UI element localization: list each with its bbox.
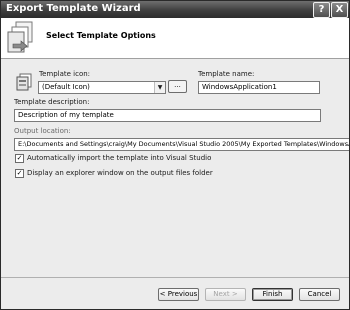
close-button[interactable]: X	[331, 2, 348, 18]
output-location-value: E:\Documents and Settings\craig\My Docum…	[18, 140, 350, 148]
window-title: Export Template Wizard	[6, 3, 141, 14]
template-description-value: Description of my template	[18, 111, 114, 119]
next-button[interactable]: Next >	[205, 288, 246, 301]
chevron-down-icon[interactable]: ▼	[154, 82, 165, 93]
browse-icon-button[interactable]: ...	[168, 80, 187, 93]
title-bar[interactable]: Export Template Wizard ? X	[1, 1, 349, 18]
template-description-label: Template description:	[14, 98, 90, 106]
template-name-label: Template name:	[198, 70, 255, 78]
footer-divider	[1, 277, 349, 278]
document-export-icon	[7, 21, 33, 53]
template-icon	[16, 73, 32, 91]
template-name-input[interactable]: WindowsApplication1	[198, 81, 320, 94]
auto-import-checkbox[interactable]: ✓	[15, 154, 24, 163]
display-explorer-label[interactable]: Display an explorer window on the output…	[27, 169, 213, 177]
export-template-wizard-window: Export Template Wizard ? X Select Templa…	[0, 0, 350, 310]
output-location-label: Output location:	[14, 127, 71, 135]
output-location-input[interactable]: E:\Documents and Settings\craig\My Docum…	[14, 138, 350, 151]
checkmark-icon: ✓	[16, 169, 23, 177]
checkmark-icon: ✓	[16, 154, 23, 162]
previous-button[interactable]: < Previous	[158, 288, 199, 301]
wizard-header: Select Template Options	[1, 18, 349, 59]
template-icon-label: Template icon:	[39, 70, 91, 78]
template-icon-select[interactable]: (Default Icon) ▼	[38, 81, 166, 94]
finish-button[interactable]: Finish	[252, 288, 293, 301]
page-title: Select Template Options	[46, 31, 156, 40]
template-name-value: WindowsApplication1	[202, 83, 277, 91]
display-explorer-checkbox[interactable]: ✓	[15, 169, 24, 178]
template-description-input[interactable]: Description of my template	[14, 109, 321, 122]
cancel-button[interactable]: Cancel	[299, 288, 340, 301]
help-button[interactable]: ?	[313, 2, 330, 18]
auto-import-label[interactable]: Automatically import the template into V…	[27, 154, 211, 162]
template-icon-select-value: (Default Icon)	[42, 83, 90, 91]
